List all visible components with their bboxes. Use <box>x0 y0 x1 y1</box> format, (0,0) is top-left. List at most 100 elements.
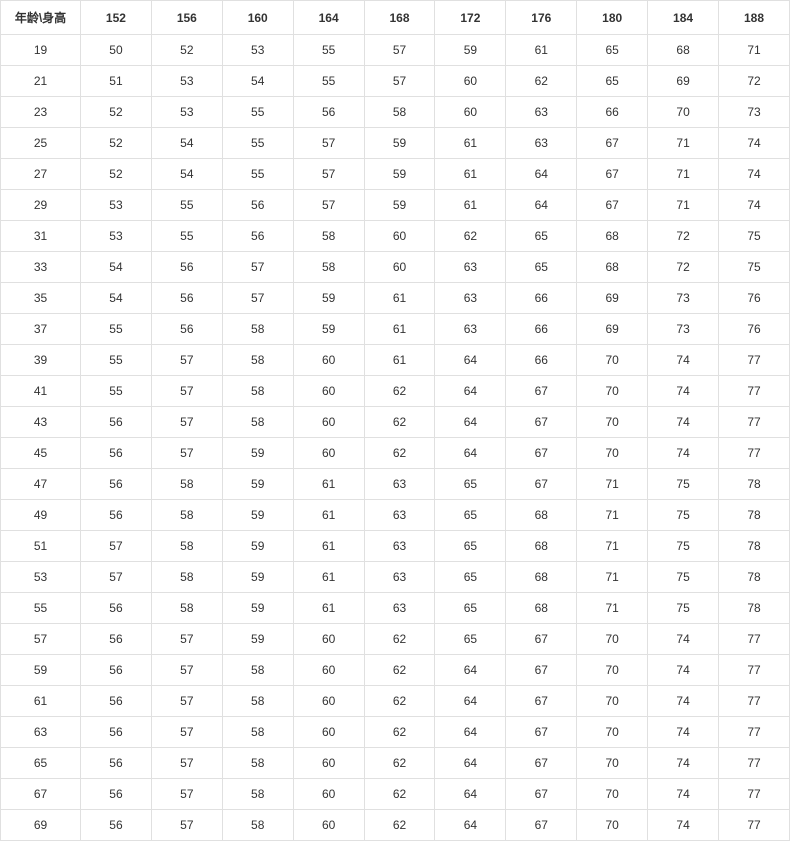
cell-value: 55 <box>222 97 293 128</box>
cell-value: 64 <box>435 438 506 469</box>
cell-value: 57 <box>151 655 222 686</box>
cell-value: 63 <box>435 252 506 283</box>
cell-value: 75 <box>648 562 719 593</box>
cell-value: 62 <box>364 810 435 841</box>
cell-value: 75 <box>648 469 719 500</box>
cell-value: 64 <box>506 159 577 190</box>
cell-value: 60 <box>435 66 506 97</box>
cell-value: 61 <box>506 35 577 66</box>
cell-value: 62 <box>435 221 506 252</box>
row-age: 69 <box>1 810 81 841</box>
cell-value: 55 <box>151 190 222 221</box>
cell-value: 65 <box>435 624 506 655</box>
table-row: 6156575860626467707477 <box>1 686 790 717</box>
cell-value: 73 <box>719 97 790 128</box>
cell-value: 55 <box>81 345 152 376</box>
cell-value: 67 <box>506 469 577 500</box>
cell-value: 67 <box>506 407 577 438</box>
table-row: 3755565859616366697376 <box>1 314 790 345</box>
cell-value: 71 <box>577 500 648 531</box>
cell-value: 63 <box>364 500 435 531</box>
cell-value: 68 <box>577 252 648 283</box>
cell-value: 57 <box>81 531 152 562</box>
cell-value: 64 <box>435 407 506 438</box>
cell-value: 66 <box>506 345 577 376</box>
cell-value: 76 <box>719 314 790 345</box>
column-header: 184 <box>648 1 719 35</box>
cell-value: 56 <box>81 438 152 469</box>
cell-value: 78 <box>719 531 790 562</box>
cell-value: 65 <box>435 469 506 500</box>
cell-value: 70 <box>577 438 648 469</box>
cell-value: 57 <box>293 190 364 221</box>
cell-value: 53 <box>222 35 293 66</box>
cell-value: 77 <box>719 655 790 686</box>
cell-value: 60 <box>293 624 364 655</box>
cell-value: 55 <box>81 314 152 345</box>
table-row: 2953555657596164677174 <box>1 190 790 221</box>
cell-value: 59 <box>364 128 435 159</box>
cell-value: 53 <box>81 221 152 252</box>
cell-value: 58 <box>222 686 293 717</box>
cell-value: 70 <box>577 748 648 779</box>
table-row: 5357585961636568717578 <box>1 562 790 593</box>
cell-value: 75 <box>719 221 790 252</box>
cell-value: 77 <box>719 748 790 779</box>
row-age: 47 <box>1 469 81 500</box>
cell-value: 75 <box>648 531 719 562</box>
cell-value: 68 <box>506 562 577 593</box>
cell-value: 64 <box>506 190 577 221</box>
cell-value: 56 <box>81 810 152 841</box>
cell-value: 78 <box>719 562 790 593</box>
cell-value: 58 <box>151 531 222 562</box>
cell-value: 65 <box>506 221 577 252</box>
cell-value: 60 <box>293 686 364 717</box>
cell-value: 72 <box>648 252 719 283</box>
cell-value: 55 <box>222 128 293 159</box>
cell-value: 73 <box>648 283 719 314</box>
row-age: 41 <box>1 376 81 407</box>
cell-value: 56 <box>81 686 152 717</box>
cell-value: 52 <box>151 35 222 66</box>
cell-value: 56 <box>151 314 222 345</box>
cell-value: 67 <box>577 190 648 221</box>
cell-value: 59 <box>222 531 293 562</box>
cell-value: 56 <box>293 97 364 128</box>
cell-value: 74 <box>648 438 719 469</box>
cell-value: 77 <box>719 779 790 810</box>
cell-value: 57 <box>293 159 364 190</box>
cell-value: 56 <box>81 407 152 438</box>
cell-value: 62 <box>364 407 435 438</box>
cell-value: 59 <box>222 438 293 469</box>
cell-value: 72 <box>648 221 719 252</box>
cell-value: 54 <box>151 159 222 190</box>
cell-value: 57 <box>293 128 364 159</box>
row-age: 65 <box>1 748 81 779</box>
cell-value: 58 <box>293 252 364 283</box>
cell-value: 58 <box>364 97 435 128</box>
cell-value: 55 <box>222 159 293 190</box>
cell-value: 58 <box>151 500 222 531</box>
column-header: 180 <box>577 1 648 35</box>
cell-value: 59 <box>222 624 293 655</box>
cell-value: 61 <box>293 593 364 624</box>
column-header: 152 <box>81 1 152 35</box>
cell-value: 51 <box>81 66 152 97</box>
row-age: 63 <box>1 717 81 748</box>
cell-value: 55 <box>293 35 364 66</box>
row-age: 67 <box>1 779 81 810</box>
cell-value: 70 <box>648 97 719 128</box>
cell-value: 55 <box>293 66 364 97</box>
row-age: 49 <box>1 500 81 531</box>
row-age: 53 <box>1 562 81 593</box>
column-header: 172 <box>435 1 506 35</box>
cell-value: 60 <box>364 221 435 252</box>
cell-value: 61 <box>435 128 506 159</box>
cell-value: 64 <box>435 779 506 810</box>
cell-value: 60 <box>293 717 364 748</box>
cell-value: 70 <box>577 717 648 748</box>
cell-value: 65 <box>577 66 648 97</box>
cell-value: 57 <box>151 779 222 810</box>
cell-value: 71 <box>648 128 719 159</box>
cell-value: 50 <box>81 35 152 66</box>
